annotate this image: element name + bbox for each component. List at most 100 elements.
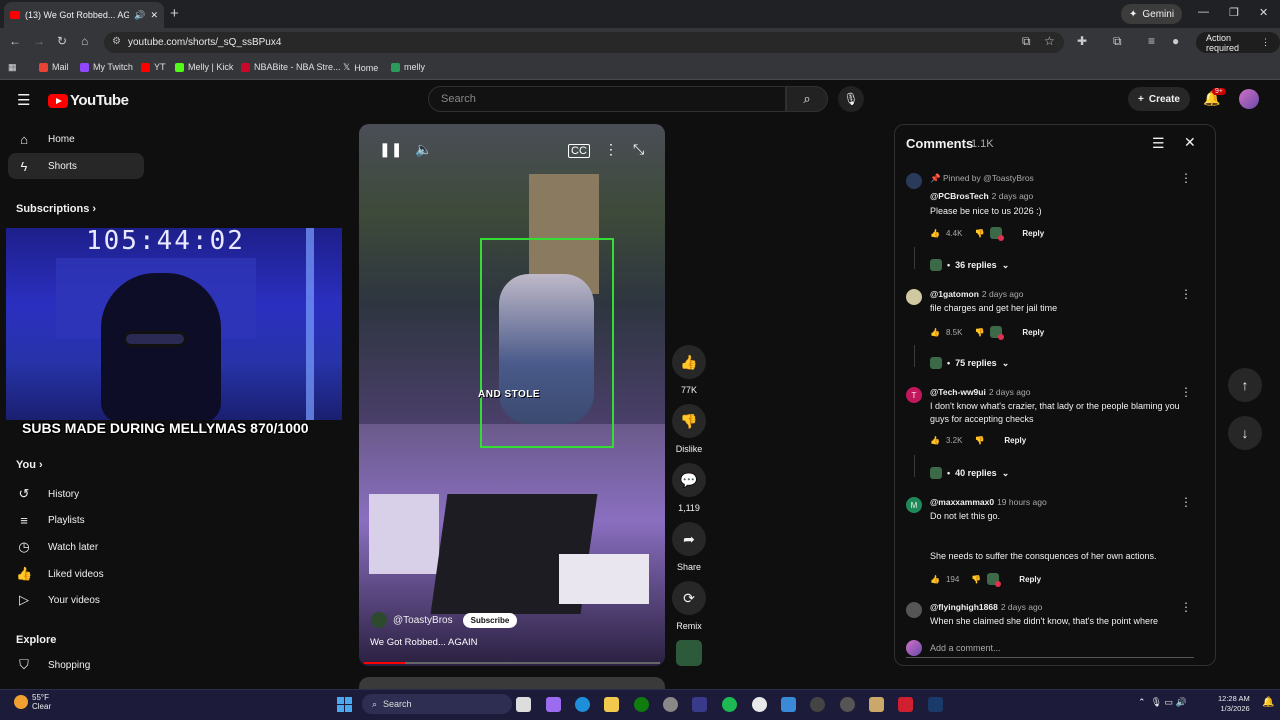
file-explorer-icon[interactable] xyxy=(604,697,619,712)
bookmark-yt[interactable]: YT xyxy=(141,62,166,72)
like-button[interactable]: 👍 77K xyxy=(672,345,706,395)
share-button[interactable]: ➦ Share xyxy=(672,522,706,572)
channel-avatar[interactable] xyxy=(371,612,387,628)
tab-search-icon[interactable]: ⧉ xyxy=(1113,34,1122,49)
bookmark-twitch[interactable]: My Twitch xyxy=(80,62,133,72)
sidebar-item-history[interactable]: ↺ History xyxy=(16,486,80,502)
search-button[interactable]: ⌕ xyxy=(786,86,828,112)
previous-short-button[interactable]: ↑ xyxy=(1228,368,1262,402)
comment-author[interactable]: @flyinghigh1868 2 days ago xyxy=(930,602,1042,612)
more-options-icon[interactable]: ⋮ xyxy=(604,141,618,158)
reply-button[interactable]: Reply xyxy=(1022,229,1044,238)
reload-icon[interactable]: ↻ xyxy=(57,34,67,48)
you-heading[interactable]: You › xyxy=(16,459,43,471)
weather-widget[interactable]: 55°F Clear xyxy=(14,693,51,711)
comment-menu-icon[interactable]: ⋮ xyxy=(1180,602,1192,614)
remix-button[interactable]: ⟳ Remix xyxy=(672,581,706,631)
store-icon[interactable] xyxy=(692,697,707,712)
bookmark-mail[interactable]: Mail xyxy=(39,62,69,72)
bookmark-nbabite[interactable]: NBABite - NBA Stre... xyxy=(241,62,341,72)
view-replies-button[interactable]: • 40 replies ⌄ xyxy=(930,467,1009,479)
bookmark-star-icon[interactable]: ☆ xyxy=(1044,34,1055,48)
close-window-icon[interactable]: ✕ xyxy=(1259,6,1268,19)
minimize-icon[interactable]: — xyxy=(1198,6,1209,18)
reply-button[interactable]: Reply xyxy=(1022,328,1044,337)
app-icon[interactable] xyxy=(781,697,796,712)
sidebar-item-liked-videos[interactable]: 👍 Liked videos xyxy=(16,566,104,582)
comment-author[interactable]: @PCBrosTech 2 days ago xyxy=(930,191,1033,201)
thumbs-up-icon[interactable]: 👍 xyxy=(930,436,940,445)
maximize-icon[interactable]: ❐ xyxy=(1229,6,1239,19)
back-icon[interactable]: ← xyxy=(9,34,21,48)
comment-menu-icon[interactable]: ⋮ xyxy=(1180,495,1192,509)
thumbs-up-icon[interactable]: 👍 xyxy=(930,328,940,337)
chrome-icon[interactable] xyxy=(752,697,767,712)
commenter-avatar[interactable] xyxy=(906,289,922,305)
action-required-button[interactable]: Action required ⋮ xyxy=(1196,32,1280,53)
red-app-icon[interactable] xyxy=(898,697,913,712)
dislike-button[interactable]: 👎 Dislike xyxy=(672,404,706,454)
home-icon[interactable]: ⌂ xyxy=(81,34,88,48)
sidebar-item-playlists[interactable]: ≡ Playlists xyxy=(16,513,84,528)
channel-name[interactable]: @ToastyBros xyxy=(393,615,453,626)
thumbs-up-icon[interactable]: 👍 xyxy=(930,229,940,238)
video-progress-bar[interactable] xyxy=(364,662,660,664)
next-short-button[interactable]: ↓ xyxy=(1228,416,1262,450)
apps-grid-icon[interactable]: ▦ xyxy=(8,62,17,73)
create-button[interactable]: + Create xyxy=(1128,87,1190,111)
taskbar-clock[interactable]: 12:28 AM 1/3/2026 xyxy=(1218,694,1250,714)
thumbs-down-icon[interactable]: 👎 xyxy=(974,436,984,445)
media-icon[interactable] xyxy=(810,697,825,712)
close-comments-icon[interactable]: ✕ xyxy=(1184,134,1196,151)
tab-audio-icon[interactable]: 🔊 xyxy=(134,10,145,21)
spotify-icon[interactable] xyxy=(722,697,737,712)
gemini-button[interactable]: ✦ Gemini xyxy=(1121,4,1183,24)
comment-menu-icon[interactable]: ⋮ xyxy=(1180,385,1192,399)
game-icon[interactable] xyxy=(869,697,884,712)
xbox-icon[interactable] xyxy=(634,697,649,712)
arrow-app-icon[interactable] xyxy=(840,697,855,712)
account-avatar[interactable] xyxy=(1239,89,1259,109)
comment-menu-icon[interactable]: ⋮ xyxy=(1180,171,1192,185)
forward-icon[interactable]: → xyxy=(33,34,45,48)
url-bar[interactable]: ⚙ youtube.com/shorts/_sQ_ssBPux4 xyxy=(104,32,1064,53)
sidebar-item-your-videos[interactable]: ▷ Your videos xyxy=(16,592,100,608)
thumbs-down-icon[interactable]: 👎 xyxy=(974,229,984,238)
search-input[interactable]: Search xyxy=(428,86,786,112)
taskbar-search[interactable]: ⌕ Search xyxy=(362,694,512,714)
edge-icon[interactable] xyxy=(575,697,590,712)
profile-icon[interactable]: ● xyxy=(1172,34,1179,48)
task-view-icon[interactable] xyxy=(516,697,531,712)
comment-author[interactable]: @Tech-ww9ui 2 days ago xyxy=(930,387,1030,397)
comment-author[interactable]: @1gatomon 2 days ago xyxy=(930,289,1024,299)
windows-start-icon[interactable] xyxy=(337,697,352,712)
video-title[interactable]: We Got Robbed... AGAIN xyxy=(370,637,478,648)
copilot-icon[interactable] xyxy=(546,697,561,712)
sidebar-item-shopping[interactable]: ⛉ Shopping xyxy=(16,657,90,673)
notification-center-icon[interactable]: 🔔 xyxy=(1262,697,1274,708)
sidebar-item-watch-later[interactable]: ◷ Watch later xyxy=(16,539,98,555)
add-comment-field[interactable]: Add a comment... xyxy=(906,638,1194,658)
new-tab-button[interactable]: + xyxy=(170,5,179,22)
pause-icon[interactable]: ❚❚ xyxy=(379,141,402,158)
extensions-icon[interactable]: ✚ xyxy=(1077,34,1087,48)
fullscreen-icon[interactable]: ⤡ xyxy=(633,141,644,158)
reply-button[interactable]: Reply xyxy=(1019,575,1041,584)
thumbs-down-icon[interactable]: 👎 xyxy=(971,575,981,584)
reading-list-icon[interactable]: ≡ xyxy=(1148,34,1155,48)
voice-search-button[interactable]: 🎙 xyxy=(838,86,864,112)
install-icon[interactable]: ⧉ xyxy=(1022,34,1031,49)
thumbs-down-icon[interactable]: 👎 xyxy=(974,328,984,337)
youtube-logo[interactable]: YouTube xyxy=(48,92,129,109)
system-tray[interactable]: ⌃ 🎙 ▭ 🔊 xyxy=(1138,697,1187,708)
hamburger-menu-icon[interactable]: ☰ xyxy=(17,91,30,109)
sound-thumbnail[interactable] xyxy=(676,640,702,666)
sidebar-shorts-content[interactable]: ϟ Shorts xyxy=(16,159,77,174)
comments-button[interactable]: 💬 1,119 xyxy=(672,463,706,513)
bookmark-kick[interactable]: Melly | Kick xyxy=(175,62,233,72)
view-replies-button[interactable]: • 36 replies ⌄ xyxy=(930,259,1009,271)
commenter-avatar[interactable] xyxy=(906,602,922,618)
subscriptions-heading[interactable]: Subscriptions › xyxy=(16,203,96,215)
obs-icon[interactable] xyxy=(663,697,678,712)
thumbs-up-icon[interactable]: 👍 xyxy=(930,575,940,584)
